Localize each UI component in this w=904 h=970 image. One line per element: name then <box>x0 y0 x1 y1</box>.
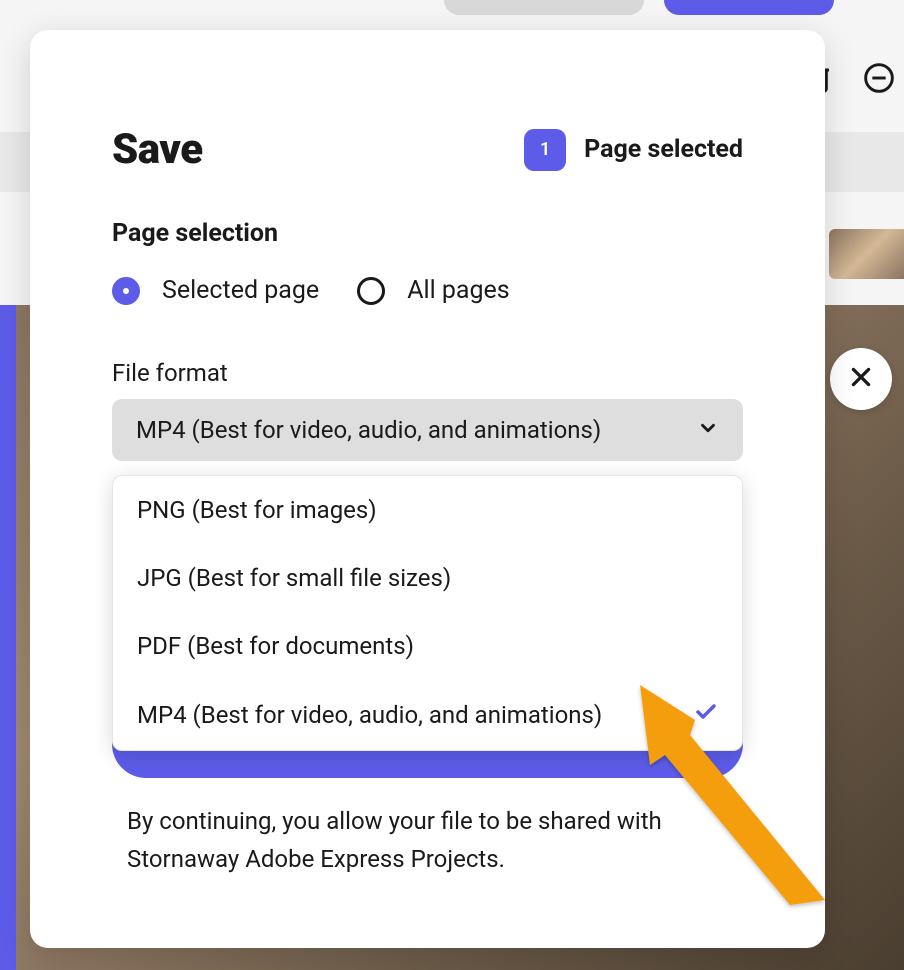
radio-icon <box>112 277 140 305</box>
dropdown-option-jpg[interactable]: JPG (Best for small file sizes) <box>113 544 742 612</box>
background-thumbnail <box>829 229 904 279</box>
radio-group: Selected page All pages <box>112 276 743 305</box>
radio-label: Selected page <box>162 276 319 305</box>
page-count-badge: 1 <box>524 129 566 171</box>
modal-title: Save <box>112 125 203 174</box>
page-selected-label: Page selected <box>584 135 743 164</box>
radio-all-pages[interactable]: All pages <box>357 276 510 305</box>
purple-edge <box>0 305 16 970</box>
format-dropdown: PNG (Best for images) JPG (Best for smal… <box>112 475 743 751</box>
disclaimer-text: By continuing, you allow your file to be… <box>127 802 743 879</box>
radio-label: All pages <box>407 276 510 305</box>
dropdown-option-label: PNG (Best for images) <box>137 496 377 524</box>
checkmark-icon <box>694 700 718 730</box>
dropdown-option-label: MP4 (Best for video, audio, and animatio… <box>137 701 602 729</box>
dropdown-option-png[interactable]: PNG (Best for images) <box>113 476 742 544</box>
dropdown-option-mp4[interactable]: MP4 (Best for video, audio, and animatio… <box>113 680 742 750</box>
file-format-label: File format <box>112 359 743 387</box>
page-selection-label: Page selection <box>112 219 743 248</box>
circle-icon[interactable] <box>863 62 895 98</box>
format-select[interactable]: MP4 (Best for video, audio, and animatio… <box>112 399 743 461</box>
radio-icon <box>357 277 385 305</box>
close-button[interactable] <box>830 348 892 410</box>
dropdown-option-pdf[interactable]: PDF (Best for documents) <box>113 612 742 680</box>
radio-selected-page[interactable]: Selected page <box>112 276 319 305</box>
save-modal: Save 1 Page selected Page selection Sele… <box>30 30 825 948</box>
dropdown-option-label: JPG (Best for small file sizes) <box>137 564 451 592</box>
top-button-secondary[interactable] <box>444 0 644 15</box>
top-button-primary[interactable] <box>664 0 834 15</box>
modal-header: Save 1 Page selected <box>112 125 743 174</box>
top-buttons <box>444 0 834 15</box>
dropdown-option-label: PDF (Best for documents) <box>137 632 414 660</box>
close-icon <box>848 364 874 394</box>
chevron-down-icon <box>697 417 719 443</box>
page-selected-group: 1 Page selected <box>524 129 743 171</box>
select-value: MP4 (Best for video, audio, and animatio… <box>136 416 601 444</box>
